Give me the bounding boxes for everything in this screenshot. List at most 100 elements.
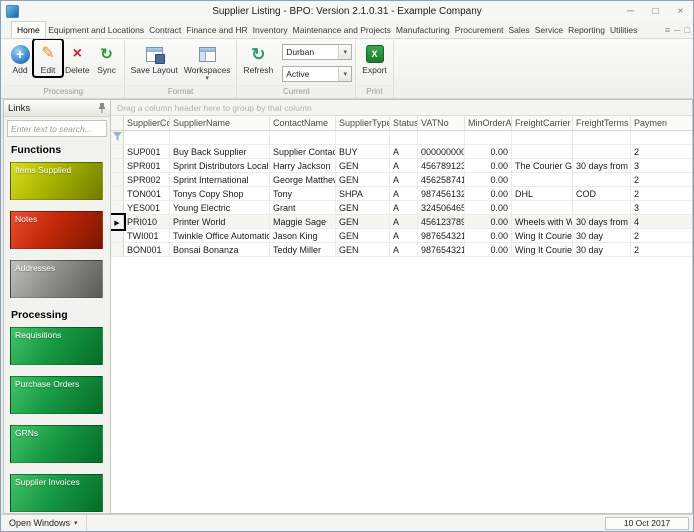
cell-freightterms[interactable]: 30 days from delivery xyxy=(573,215,631,229)
cell-paymen[interactable]: 2 xyxy=(631,173,693,187)
cell-suppliername[interactable]: Twinkle Office Automation ... xyxy=(170,229,270,243)
cell-vatno[interactable]: 987654321 xyxy=(418,243,465,257)
sidebar-button-grns[interactable]: GRNs xyxy=(10,425,103,463)
tab-finance-and-hr[interactable]: Finance and HR xyxy=(184,21,250,38)
refresh-button[interactable]: ↻ Refresh xyxy=(240,40,276,76)
cell-paymen[interactable]: 2 xyxy=(631,229,693,243)
cell-suppliertype[interactable]: GEN xyxy=(336,229,390,243)
save-layout-button[interactable]: Save Layout xyxy=(128,40,181,76)
cell-vatno[interactable]: 3245064654 xyxy=(418,201,465,215)
cell-status[interactable]: A xyxy=(390,173,418,187)
tab-home[interactable]: Home xyxy=(11,21,46,38)
cell-suppliercode[interactable]: YES001 xyxy=(124,201,170,215)
cell-vatno[interactable]: 456123789 xyxy=(418,215,465,229)
sidebar-button-requisitions[interactable]: Requisitions xyxy=(10,327,103,365)
cell-suppliername[interactable]: Tonys Copy Shop xyxy=(170,187,270,201)
cell-suppliertype[interactable]: SHPA xyxy=(336,187,390,201)
cell-contactname[interactable]: George Matthews xyxy=(270,173,336,187)
column-header-freightterms[interactable]: FreightTerms xyxy=(573,116,631,131)
sidebar-button-purchase-orders[interactable]: Purchase Orders xyxy=(10,376,103,414)
cell-freightterms[interactable]: 30 day xyxy=(573,229,631,243)
cell-vatno[interactable]: 456258741 xyxy=(418,173,465,187)
filter-cell-suppliercode[interactable] xyxy=(124,131,170,145)
cell-contactname[interactable]: Teddy Miller xyxy=(270,243,336,257)
cell-suppliertype[interactable]: BUY xyxy=(336,145,390,159)
sync-button[interactable]: ↻ Sync xyxy=(93,40,121,76)
cell-status[interactable]: A xyxy=(390,201,418,215)
status-dropdown[interactable]: Active ▾ xyxy=(282,66,352,82)
cell-minorderamt[interactable]: 0.00 xyxy=(465,215,512,229)
mdi-restore-icon[interactable]: □ xyxy=(685,25,690,35)
tab-contract[interactable]: Contract xyxy=(147,21,184,38)
filter-cell-freightcarrier[interactable] xyxy=(512,131,573,145)
cell-status[interactable]: A xyxy=(390,215,418,229)
cell-suppliercode[interactable]: TWI001 xyxy=(124,229,170,243)
sidebar-button-notes[interactable]: Notes xyxy=(10,211,103,249)
cell-vatno[interactable]: 0000000000 xyxy=(418,145,465,159)
supplier-row-bon001[interactable]: BON001Bonsai BonanzaTeddy MillerGENA9876… xyxy=(111,243,693,257)
supplier-row-pri010[interactable]: ▶PRI010Printer WorldMaggie SageGENA45612… xyxy=(111,215,693,229)
cell-contactname[interactable]: Maggie Sage xyxy=(270,215,336,229)
supplier-row-twi001[interactable]: TWI001Twinkle Office Automation ...Jason… xyxy=(111,229,693,243)
filter-cell-suppliername[interactable] xyxy=(170,131,270,145)
cell-suppliercode[interactable]: TON001 xyxy=(124,187,170,201)
pin-icon[interactable] xyxy=(98,103,106,113)
tab-inventory[interactable]: Inventory xyxy=(250,21,290,38)
column-header-suppliertype[interactable]: SupplierType xyxy=(336,116,390,131)
filter-cell-status[interactable] xyxy=(390,131,418,145)
cell-contactname[interactable]: Supplier Contact xyxy=(270,145,336,159)
cell-paymen[interactable]: 2 xyxy=(631,145,693,159)
cell-freightterms[interactable] xyxy=(573,173,631,187)
cell-vatno[interactable]: 456789123 xyxy=(418,159,465,173)
filter-cell-contactname[interactable] xyxy=(270,131,336,145)
cell-suppliertype[interactable]: GEN xyxy=(336,173,390,187)
filter-cell-minorderamt[interactable] xyxy=(465,131,512,145)
cell-contactname[interactable]: Harry Jackson xyxy=(270,159,336,173)
cell-suppliercode[interactable]: PRI010 xyxy=(124,215,170,229)
column-header-paymen[interactable]: Paymen xyxy=(631,116,693,131)
maximize-icon[interactable]: □ xyxy=(643,1,668,21)
cell-minorderamt[interactable]: 0.00 xyxy=(465,173,512,187)
column-header-vatno[interactable]: VATNo xyxy=(418,116,465,131)
column-header-minorderamt[interactable]: MinOrderAmt xyxy=(465,116,512,131)
tab-equipment-and-locations[interactable]: Equipment and Locations xyxy=(46,21,147,38)
tab-utilities[interactable]: Utilities xyxy=(607,21,639,38)
column-header-freightcarrier[interactable]: FreightCarrier xyxy=(512,116,573,131)
cell-freightcarrier[interactable]: The Courier Guy xyxy=(512,159,573,173)
cell-minorderamt[interactable]: 0.00 xyxy=(465,243,512,257)
cell-suppliername[interactable]: Young Electric xyxy=(170,201,270,215)
cell-paymen[interactable]: 4 xyxy=(631,215,693,229)
column-header-suppliercode[interactable]: SupplierCode xyxy=(124,116,170,131)
filter-cell-vatno[interactable] xyxy=(418,131,465,145)
cell-suppliername[interactable]: Sprint International xyxy=(170,173,270,187)
chevron-down-icon[interactable]: ▾ xyxy=(338,45,351,59)
cell-freightterms[interactable]: 30 day xyxy=(573,243,631,257)
cell-paymen[interactable]: 3 xyxy=(631,201,693,215)
cell-freightcarrier[interactable]: Wing It Couriers xyxy=(512,243,573,257)
column-header-suppliername[interactable]: SupplierName xyxy=(170,116,270,131)
cell-freightterms[interactable]: 30 days from Delivery xyxy=(573,159,631,173)
cell-minorderamt[interactable]: 0.00 xyxy=(465,201,512,215)
cell-contactname[interactable]: Grant xyxy=(270,201,336,215)
chevron-down-icon[interactable]: ▾ xyxy=(338,67,351,81)
supplier-row-yes001[interactable]: YES001Young ElectricGrantGENA32450646540… xyxy=(111,201,693,215)
cell-vatno[interactable]: 9874561321 xyxy=(418,187,465,201)
tab-procurement[interactable]: Procurement xyxy=(452,21,506,38)
sidebar-button-addresses[interactable]: Addresses xyxy=(10,260,103,298)
cell-freightcarrier[interactable]: DHL xyxy=(512,187,573,201)
open-windows-button[interactable]: Open Windows ▾ xyxy=(1,515,87,531)
cell-suppliercode[interactable]: SUP001 xyxy=(124,145,170,159)
supplier-row-ton001[interactable]: TON001Tonys Copy ShopTonySHPAA9874561321… xyxy=(111,187,693,201)
close-icon[interactable]: × xyxy=(668,1,693,21)
cell-freightcarrier[interactable] xyxy=(512,173,573,187)
cell-suppliername[interactable]: Sprint Distributors Local xyxy=(170,159,270,173)
workspaces-button[interactable]: Workspaces ▾ xyxy=(181,40,234,83)
cell-freightterms[interactable] xyxy=(573,145,631,159)
column-header-contactname[interactable]: ContactName xyxy=(270,116,336,131)
cell-suppliername[interactable]: Printer World xyxy=(170,215,270,229)
cell-suppliertype[interactable]: GEN xyxy=(336,159,390,173)
cell-suppliertype[interactable]: GEN xyxy=(336,243,390,257)
cell-contactname[interactable]: Tony xyxy=(270,187,336,201)
cell-freightcarrier[interactable]: Wing It Couriers xyxy=(512,229,573,243)
ribbon-menu-icon[interactable]: ≡ xyxy=(665,25,670,35)
